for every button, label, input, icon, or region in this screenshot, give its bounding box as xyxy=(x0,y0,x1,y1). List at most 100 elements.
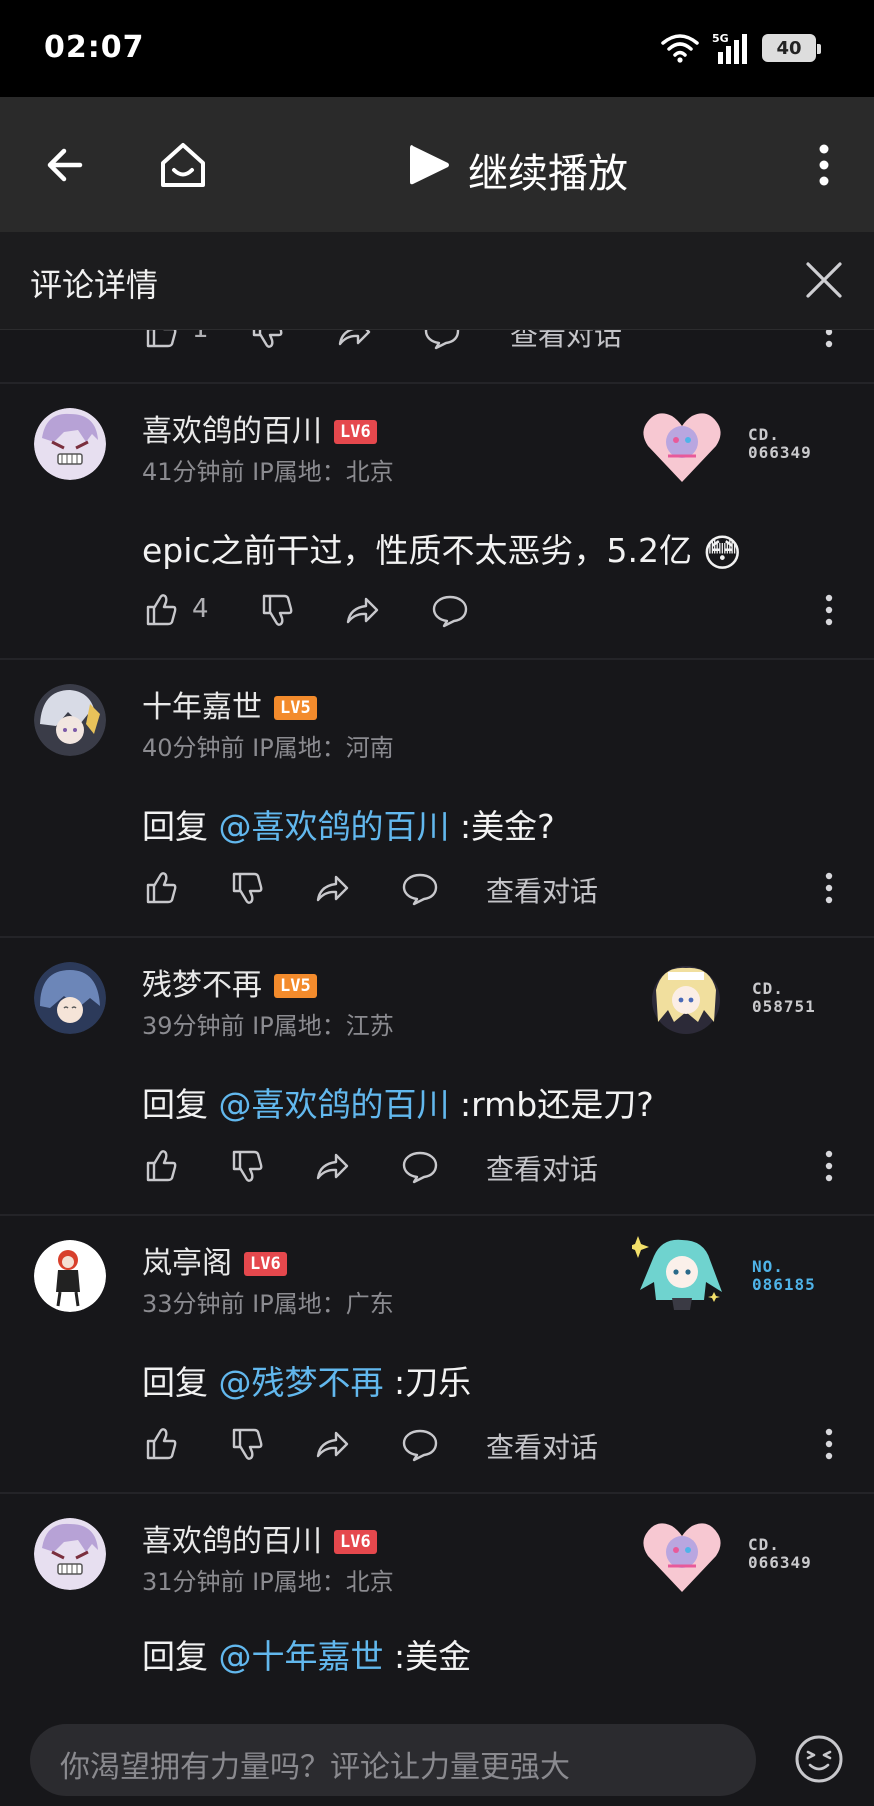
level-badge: LV6 xyxy=(334,420,377,444)
input-placeholder: 你渴望拥有力量吗？评论让力量更强大 xyxy=(60,1750,570,1785)
reply-icon[interactable] xyxy=(400,1146,440,1186)
view-dialog-link[interactable]: 查看对话 xyxy=(486,870,598,910)
fan-badge-number: NO. 086185 xyxy=(752,1258,816,1294)
emoji-icon[interactable] xyxy=(794,1734,844,1784)
comment-actions: 4 xyxy=(0,580,874,640)
comment-meta: 39分钟前 IP属地：江苏 xyxy=(142,1012,394,1040)
heart-fan-badge xyxy=(643,1523,721,1592)
comment-content: 回复 @喜欢鸽的百川 :美金? xyxy=(142,800,555,848)
more-vert-icon[interactable] xyxy=(814,141,834,189)
avatar[interactable] xyxy=(34,1240,106,1312)
username-text[interactable]: 喜欢鸽的百川 xyxy=(142,1524,322,1559)
mention-link[interactable]: @喜欢鸽的百川 xyxy=(219,1085,450,1124)
reply-prefix: 回复 xyxy=(142,1637,219,1676)
dislike-icon[interactable] xyxy=(226,1424,266,1464)
avatar[interactable] xyxy=(34,962,106,1034)
share-icon[interactable] xyxy=(312,1424,352,1464)
continue-play-label[interactable]: 继续播放 xyxy=(468,141,628,199)
comment-actions: 查看对话 xyxy=(0,1136,874,1196)
reply-icon[interactable] xyxy=(400,868,440,908)
mention-link[interactable]: @十年嘉世 xyxy=(219,1637,384,1676)
dislike-icon[interactable] xyxy=(246,330,286,352)
comment-item: 喜欢鸽的百川 LV6 41分钟前 IP属地：北京 CD. 066349 epic之前… xyxy=(0,384,874,660)
username-text[interactable]: 十年嘉世 xyxy=(142,690,262,725)
username-text[interactable]: 残梦不再 xyxy=(142,968,262,1003)
like-icon[interactable] xyxy=(140,330,180,352)
like-count: 1 xyxy=(192,330,209,344)
dislike-icon[interactable] xyxy=(226,1146,266,1186)
avatar[interactable] xyxy=(34,1518,106,1590)
username[interactable]: 喜欢鸽的百川 LV6 xyxy=(142,406,377,450)
badge-prefix: CD. xyxy=(752,979,784,998)
badge-code: 066349 xyxy=(748,1553,812,1572)
badge-code: 058751 xyxy=(752,997,816,1016)
player-bar: 继续播放 xyxy=(0,97,874,232)
like-icon[interactable] xyxy=(140,1146,180,1186)
share-icon[interactable] xyxy=(334,330,374,352)
username[interactable]: 喜欢鸽的百川 LV6 xyxy=(142,1516,377,1560)
view-dialog-link[interactable]: 查看对话 xyxy=(486,1426,598,1466)
like-icon[interactable] xyxy=(140,590,180,630)
username-text[interactable]: 岚亭阁 xyxy=(142,1246,232,1281)
status-icons: 5G 40 xyxy=(660,32,821,64)
avatar[interactable] xyxy=(34,408,106,480)
play-icon[interactable] xyxy=(404,141,452,189)
reply-prefix: 回复 xyxy=(142,1085,219,1124)
comment-item: 岚亭阁 LV6 33分钟前 IP属地：广东 NO. 086185 回复 @残梦不再 … xyxy=(0,1216,874,1494)
back-arrow-icon[interactable] xyxy=(40,139,92,191)
comment-content: 回复 @喜欢鸽的百川 :rmb还是刀? xyxy=(142,1078,654,1126)
character-fan-badge xyxy=(652,966,720,1034)
more-icon[interactable] xyxy=(824,590,834,630)
like-icon[interactable] xyxy=(140,1424,180,1464)
status-bar: 02:07 5G 40 xyxy=(0,0,874,97)
share-icon[interactable] xyxy=(312,1146,352,1186)
mention-link[interactable]: @喜欢鸽的百川 xyxy=(219,807,450,846)
page-title: 评论详情 xyxy=(30,266,159,304)
more-icon[interactable] xyxy=(824,1424,834,1464)
reply-prefix: 回复 xyxy=(142,807,219,846)
reply-icon[interactable] xyxy=(400,1424,440,1464)
comment-input[interactable]: 你渴望拥有力量吗？评论让力量更强大 xyxy=(30,1724,756,1796)
like-icon[interactable] xyxy=(140,868,180,908)
level-badge: LV6 xyxy=(244,1252,287,1276)
status-time: 02:07 xyxy=(44,30,145,65)
level-badge: LV5 xyxy=(274,974,317,998)
username-text[interactable]: 喜欢鸽的百川 xyxy=(142,414,322,449)
share-icon[interactable] xyxy=(342,590,382,630)
comment-text: :美金 xyxy=(383,1637,472,1676)
username[interactable]: 十年嘉世 LV5 xyxy=(142,682,317,726)
reply-icon[interactable] xyxy=(430,590,470,630)
comment-item: 十年嘉世 LV5 40分钟前 IP属地：河南 回复 @喜欢鸽的百川 :美金? 查看… xyxy=(0,660,874,938)
fan-badge-number: CD. 058751 xyxy=(752,980,816,1016)
comment-text: epic之前干过，性质不太恶劣，5.2亿 xyxy=(142,531,693,570)
battery-level: 40 xyxy=(776,37,802,59)
comment-actions: 查看对话 xyxy=(0,1414,874,1474)
badge-code: 066349 xyxy=(748,443,812,462)
share-icon[interactable] xyxy=(312,868,352,908)
home-icon[interactable] xyxy=(155,137,211,193)
signal-icon: 5G xyxy=(712,32,747,64)
more-icon[interactable] xyxy=(824,868,834,908)
partial-action-row: 1 查看对话 xyxy=(0,330,874,384)
username[interactable]: 残梦不再 LV5 xyxy=(142,960,317,1004)
comment-list[interactable]: 1 查看对话 喜欢鸽的百川 LV6 41分钟前 IP属地：北京 CD. 066349… xyxy=(0,330,874,1720)
view-dialog-link[interactable]: 查看对话 xyxy=(510,330,622,354)
reply-icon[interactable] xyxy=(422,330,462,352)
comment-meta: 40分钟前 IP属地：河南 xyxy=(142,734,394,762)
level-badge: LV5 xyxy=(274,696,317,720)
avatar[interactable] xyxy=(34,684,106,756)
view-dialog-link[interactable]: 查看对话 xyxy=(486,1148,598,1188)
dislike-icon[interactable] xyxy=(256,590,296,630)
dislike-icon[interactable] xyxy=(226,868,266,908)
username[interactable]: 岚亭阁 LV6 xyxy=(142,1238,287,1282)
more-icon[interactable] xyxy=(824,1146,834,1186)
comment-text: :刀乐 xyxy=(383,1363,472,1402)
battery-indicator: 40 xyxy=(762,34,821,62)
mention-link[interactable]: @残梦不再 xyxy=(219,1363,384,1402)
heart-fan-badge xyxy=(643,413,721,482)
close-icon[interactable] xyxy=(802,258,846,302)
level-badge: LV6 xyxy=(334,1530,377,1554)
comment-meta: 41分钟前 IP属地：北京 xyxy=(142,458,394,486)
more-icon[interactable] xyxy=(824,330,834,352)
comment-content: 回复 @残梦不再 :刀乐 xyxy=(142,1356,471,1404)
